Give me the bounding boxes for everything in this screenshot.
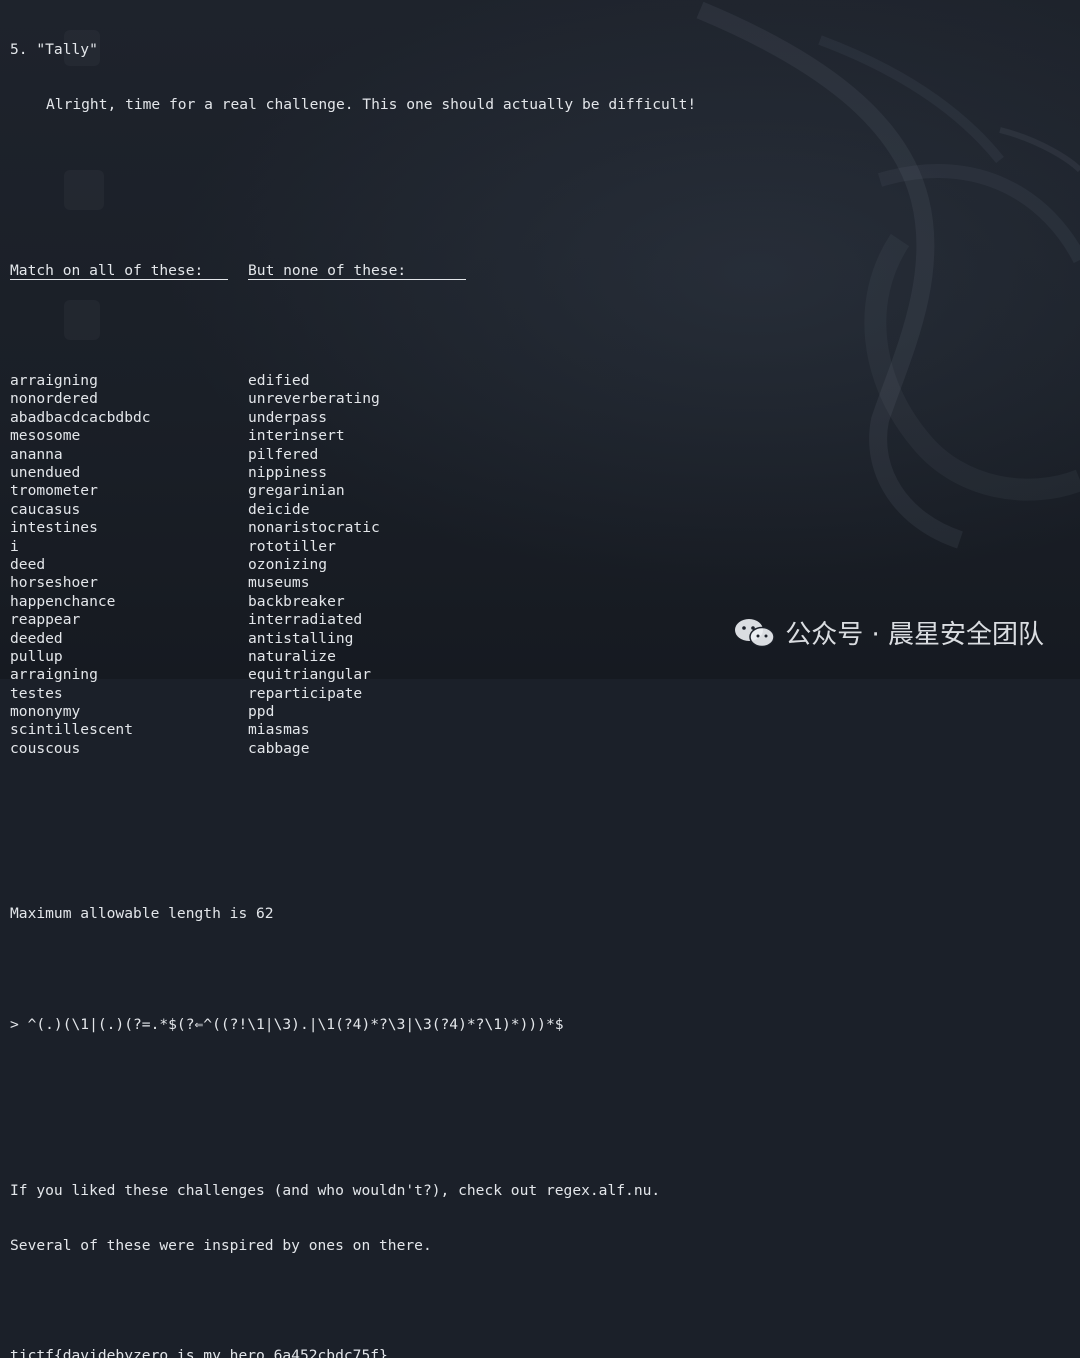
match-word: arraigning [10, 666, 98, 684]
nomatch-word: ppd [248, 703, 275, 721]
nomatch-word: ozonizing [248, 555, 328, 573]
wechat-icon [735, 618, 775, 647]
nomatch-word: interinsert [248, 427, 345, 445]
terminal-output: 5. "Tally" Alright, time for a real chal… [10, 4, 1080, 1358]
nomatch-word: naturalize [248, 647, 336, 665]
match-word: i [10, 537, 19, 555]
nomatch-word: antistalling [248, 629, 354, 647]
nomatch-word: underpass [248, 408, 328, 426]
nomatch-header: But none of these: [248, 262, 466, 280]
nomatch-word: miasmas [248, 721, 310, 739]
match-word: arraigning [10, 372, 98, 390]
command-prompt[interactable]: > ^(.)(\1|(.)(?=.*$(?⇐^((?!\1|\3).|\1(?4… [10, 1016, 1080, 1034]
match-word: happenchance [10, 592, 116, 610]
word-columns: Match on all of these: arraigning nonorde… [10, 225, 1080, 795]
match-list: arraigning nonordered abadbacdcacbdbdc meso… [10, 372, 248, 758]
match-word: abadbacdcacbdbdc [10, 408, 151, 426]
footer-line-2: Several of these were inspired by ones o… [10, 1236, 432, 1254]
match-word: pullup [10, 647, 63, 665]
max-length-text: Maximum allowable length is 62 [10, 905, 274, 923]
match-word: mononymy [10, 703, 81, 721]
watermark: 公众号 · 晨星安全团队 [733, 614, 1044, 651]
flag-text: tjctf{davidebyzero_is_my_hero_6a452cbdc7… [10, 1347, 388, 1358]
nomatch-word: unreverberating [248, 390, 380, 408]
match-word: testes [10, 684, 63, 702]
nomatch-word: reparticipate [248, 684, 363, 702]
match-word: deed [10, 555, 46, 573]
nomatch-word: nippiness [248, 464, 328, 481]
challenge-subtitle: Alright, time for a real challenge. This… [46, 96, 697, 114]
challenge-title: 5. "Tally" [10, 40, 98, 58]
nomatch-word: pilfered [248, 445, 319, 463]
nomatch-word: interradiated [248, 611, 363, 629]
match-word: unendued [10, 464, 81, 481]
match-header: Match on all of these: [10, 262, 228, 280]
nomatch-column: But none of these: edified unreverberatin… [248, 225, 486, 795]
nomatch-word: backbreaker [248, 592, 345, 610]
match-word: nonordered [10, 390, 98, 408]
nomatch-word: museums [248, 574, 310, 592]
nomatch-word: nonaristocratic [248, 519, 380, 537]
nomatch-word: equitriangular [248, 666, 372, 684]
match-column: Match on all of these: arraigning nonorde… [10, 225, 248, 795]
nomatch-word: gregarinian [248, 482, 345, 500]
match-word: tromometer [10, 482, 98, 500]
nomatch-word: deicide [248, 500, 310, 518]
match-word: couscous [10, 739, 81, 757]
nomatch-word: cabbage [248, 739, 310, 757]
match-word: reappear [10, 611, 81, 629]
match-word: scintillescent [10, 721, 134, 739]
match-word: horseshoer [10, 574, 98, 592]
match-word: deeded [10, 629, 63, 647]
match-word: ananna [10, 445, 63, 463]
nomatch-word: rototiller [248, 537, 336, 555]
nomatch-word: edified [248, 372, 310, 390]
match-word: caucasus [10, 500, 81, 518]
nomatch-list: edified unreverberating underpass interinse… [248, 372, 486, 758]
match-word: mesosome [10, 427, 81, 445]
match-word: intestines [10, 519, 98, 537]
footer-line-1: If you liked these challenges (and who w… [10, 1181, 661, 1199]
watermark-text: 公众号 · 晨星安全团队 [785, 620, 1044, 650]
